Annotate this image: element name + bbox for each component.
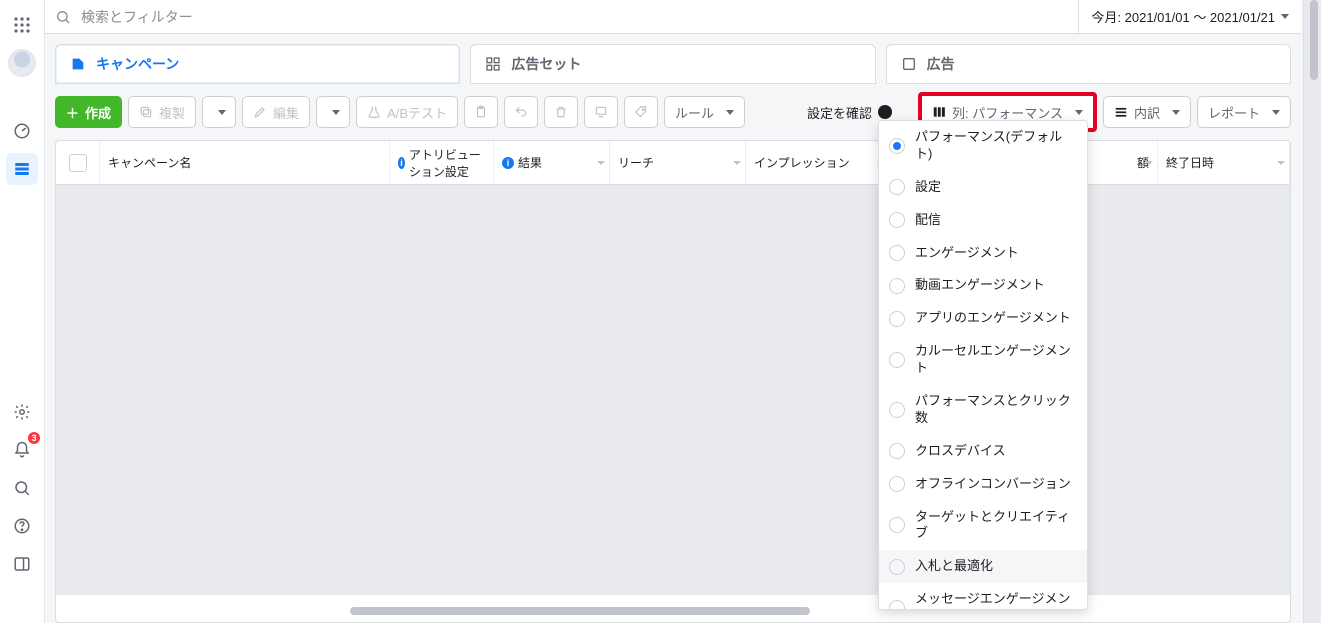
radio-icon	[889, 402, 905, 418]
option-label: ターゲットとクリエイティブ	[915, 509, 1077, 543]
radio-icon	[889, 212, 905, 228]
help-icon[interactable]	[6, 510, 38, 542]
select-all-column[interactable]	[56, 141, 100, 184]
column-preset-option[interactable]: 設定	[879, 171, 1087, 204]
apps-grid-icon[interactable]	[6, 9, 38, 41]
option-label: メッセージエンゲージメント	[915, 591, 1077, 610]
column-preset-option[interactable]: メッセージエンゲージメント	[879, 583, 1087, 610]
toggle-indicator	[878, 105, 892, 119]
radio-icon	[889, 517, 905, 533]
bell-icon[interactable]: 3	[6, 434, 38, 466]
option-label: エンゲージメント	[915, 245, 1019, 262]
gauge-icon[interactable]	[6, 115, 38, 147]
column-preset-option[interactable]: 配信	[879, 204, 1087, 237]
create-button[interactable]: ＋ 作成	[55, 96, 122, 128]
search-input[interactable]: 検索とフィルター	[45, 7, 1078, 27]
radio-icon	[889, 278, 905, 294]
info-icon: i	[398, 157, 405, 169]
radio-icon	[889, 600, 905, 610]
chevron-down-icon	[1281, 14, 1289, 19]
column-preset-option[interactable]: カルーセルエンゲージメント	[879, 335, 1087, 385]
radio-icon	[889, 138, 905, 154]
column-results[interactable]: i結果	[494, 141, 610, 184]
column-preset-option[interactable]: 入札と最適化	[879, 550, 1087, 583]
column-preset-option[interactable]: エンゲージメント	[879, 237, 1087, 270]
column-preset-option[interactable]: パフォーマンス(デフォルト)	[879, 121, 1087, 171]
clipboard-button[interactable]	[464, 96, 498, 128]
left-nav-rail: 3	[0, 0, 45, 623]
radio-icon	[889, 352, 905, 368]
plus-icon: ＋	[66, 103, 79, 122]
notification-badge: 3	[28, 432, 40, 444]
option-label: 設定	[915, 179, 941, 196]
tab-campaign[interactable]: キャンペーン	[55, 44, 460, 84]
report-button[interactable]: レポート	[1197, 96, 1291, 128]
panel-icon[interactable]	[6, 548, 38, 580]
option-label: アプリのエンゲージメント	[915, 310, 1071, 327]
gear-icon[interactable]	[6, 396, 38, 428]
chevron-down-icon	[1075, 110, 1083, 115]
tag-button[interactable]	[624, 96, 658, 128]
radio-icon	[889, 443, 905, 459]
info-icon: i	[502, 157, 514, 169]
option-label: パフォーマンス(デフォルト)	[915, 129, 1077, 163]
option-label: 配信	[915, 212, 941, 229]
rules-button[interactable]: ルール	[664, 96, 745, 128]
table-icon[interactable]	[6, 153, 38, 185]
table-header: キャンペーン名 iアトリビューション設定 i結果 リーチ インプレッション 額 …	[56, 141, 1290, 185]
column-preset-option[interactable]: アプリのエンゲージメント	[879, 302, 1087, 335]
horizontal-scrollbar[interactable]	[10, 607, 1311, 617]
entity-tabs: キャンペーン 広告セット 広告	[45, 34, 1301, 84]
chevron-down-icon	[1172, 110, 1180, 115]
date-range-picker[interactable]: 今月: 2021/01/01 ～ 2021/01/21	[1078, 0, 1301, 34]
column-preset-option[interactable]: パフォーマンスとクリック数	[879, 385, 1087, 435]
data-table: キャンペーン名 iアトリビューション設定 i結果 リーチ インプレッション 額 …	[55, 140, 1291, 623]
chevron-down-icon	[726, 110, 734, 115]
column-end-date[interactable]: 終了日時	[1158, 141, 1290, 184]
column-preset-option[interactable]: クロスデバイス	[879, 435, 1087, 468]
column-impressions[interactable]: インプレッション	[746, 141, 890, 184]
duplicate-button[interactable]: 複製	[128, 96, 196, 128]
radio-icon	[889, 476, 905, 492]
radio-icon	[889, 559, 905, 575]
settings-check-toggle[interactable]: 設定を確認	[807, 103, 892, 122]
radio-icon	[889, 245, 905, 261]
tab-ad[interactable]: 広告	[886, 44, 1291, 84]
search-icon[interactable]	[6, 472, 38, 504]
tab-adset[interactable]: 広告セット	[470, 44, 875, 84]
checkbox[interactable]	[69, 154, 87, 172]
delete-button[interactable]	[544, 96, 578, 128]
edit-button[interactable]: 編集	[242, 96, 310, 128]
columns-preset-dropdown[interactable]: パフォーマンス(デフォルト) 設定配信エンゲージメント動画エンゲージメントアプリの…	[878, 120, 1088, 610]
table-body-empty	[56, 185, 1290, 595]
column-preset-option[interactable]: オフラインコンバージョン	[879, 468, 1087, 501]
option-label: カルーセルエンゲージメント	[915, 343, 1077, 377]
chevron-down-icon	[1272, 110, 1280, 115]
duplicate-dropdown[interactable]	[202, 96, 236, 128]
search-placeholder: 検索とフィルター	[81, 7, 193, 27]
column-reach[interactable]: リーチ	[610, 141, 746, 184]
option-label: クロスデバイス	[915, 443, 1006, 460]
option-label: パフォーマンスとクリック数	[915, 393, 1077, 427]
undo-button[interactable]	[504, 96, 538, 128]
radio-icon	[889, 179, 905, 195]
right-scroll-strip	[1303, 0, 1321, 623]
ab-test-button[interactable]: A/Bテスト	[356, 96, 458, 128]
toolbar: ＋ 作成 複製 編集 A/Bテスト ルール 設定を確認	[45, 84, 1301, 140]
column-campaign-name[interactable]: キャンペーン名	[100, 141, 390, 184]
option-label: 動画エンゲージメント	[915, 277, 1045, 294]
top-bar: 検索とフィルター 今月: 2021/01/01 ～ 2021/01/21	[45, 0, 1301, 34]
column-attribution[interactable]: iアトリビューション設定	[390, 141, 494, 184]
edit-dropdown[interactable]	[316, 96, 350, 128]
option-label: 入札と最適化	[915, 558, 993, 575]
export-button[interactable]	[584, 96, 618, 128]
column-preset-option[interactable]: ターゲットとクリエイティブ	[879, 501, 1087, 551]
option-label: オフラインコンバージョン	[915, 476, 1071, 493]
column-preset-option[interactable]: 動画エンゲージメント	[879, 269, 1087, 302]
account-avatar[interactable]	[6, 47, 38, 79]
breakdown-button[interactable]: 内訳	[1103, 96, 1191, 128]
radio-icon	[889, 311, 905, 327]
